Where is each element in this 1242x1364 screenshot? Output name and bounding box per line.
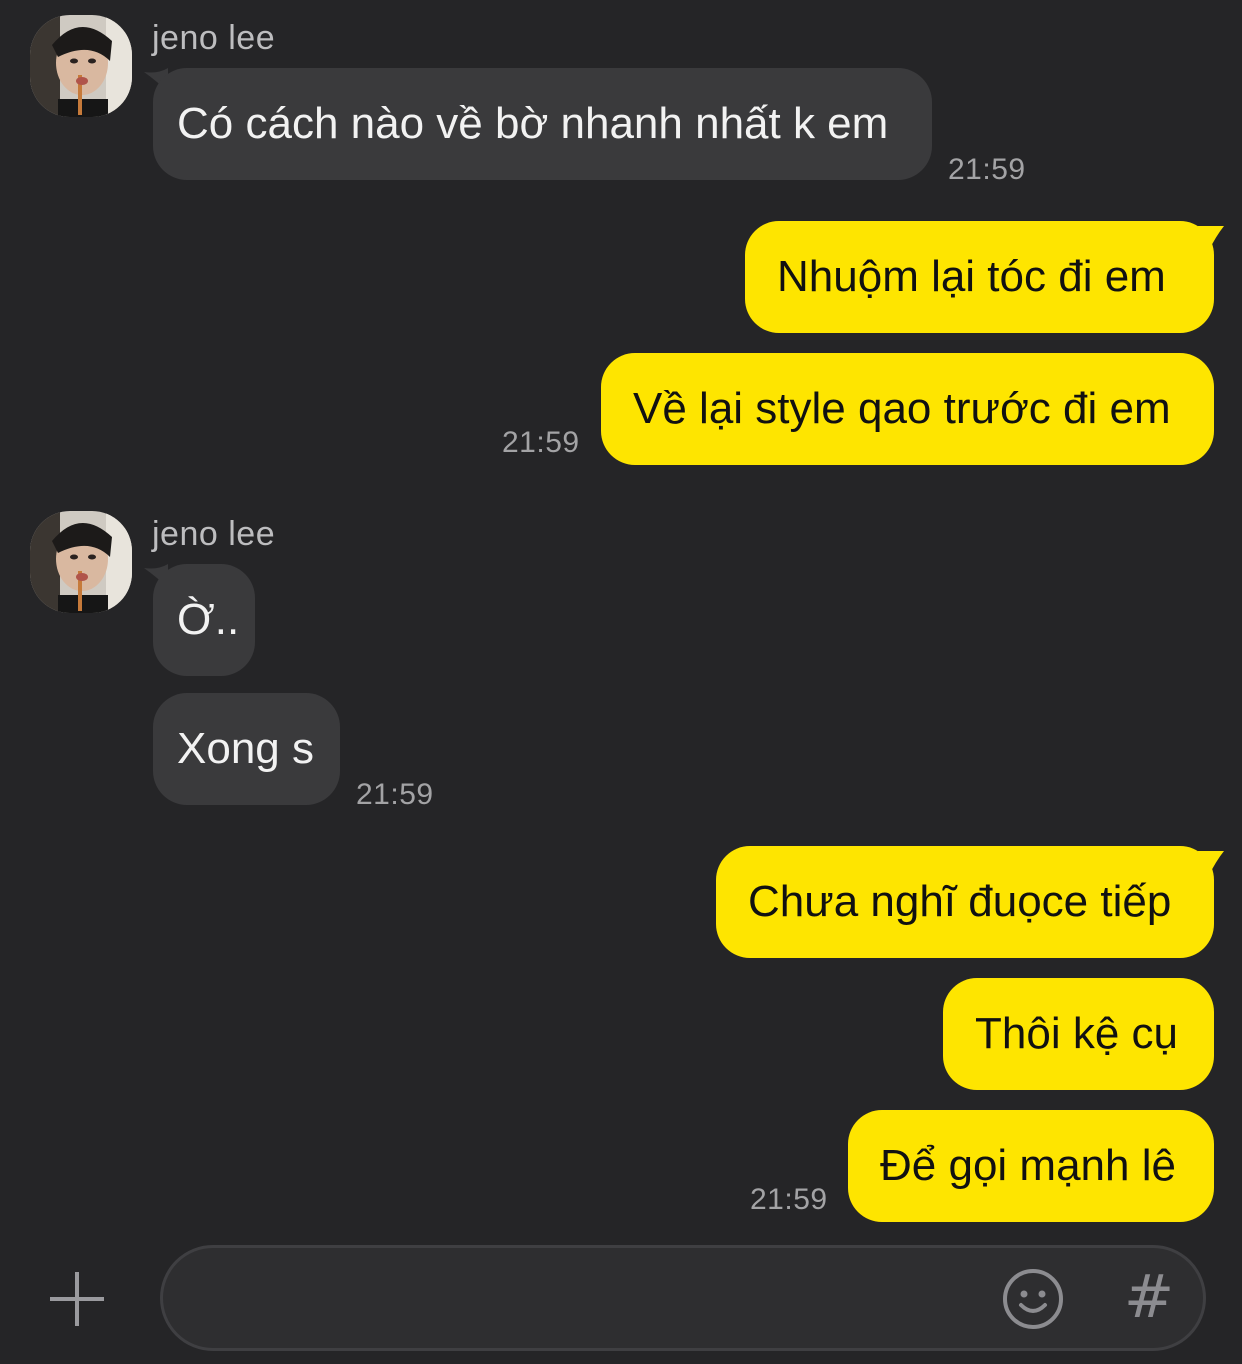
message-timestamp: 21:59 [502,426,580,459]
profile-photo-icon [30,511,132,613]
sender-name: jeno lee [152,19,276,57]
message-bubble[interactable]: Thôi kệ cụ [943,978,1214,1090]
message-bubble[interactable]: Chưa nghĩ đuọce tiếp [716,846,1214,958]
message-bubble[interactable]: Nhuộm lại tóc đi em [745,221,1214,333]
message-bubble[interactable]: Về lại style qao trước đi em [601,353,1214,465]
profile-photo-icon [30,15,132,117]
message-bubble[interactable]: Ờ.. [153,564,255,676]
message-input[interactable] [193,1268,977,1330]
message-bubble[interactable]: Có cách nào về bờ nhanh nhất k em [153,68,932,180]
emoji-icon [1003,1269,1063,1329]
plus-icon [50,1272,104,1326]
attach-plus-button[interactable] [46,1268,108,1330]
message-bubble[interactable]: Xong s [153,693,340,805]
message-timestamp: 21:59 [948,153,1026,186]
message-composer: # [160,1245,1206,1351]
message-timestamp: 21:59 [750,1183,828,1216]
message-bubble[interactable]: Để gọi mạnh lê [848,1110,1214,1222]
avatar[interactable] [30,511,132,613]
sender-name: jeno lee [152,515,276,553]
emoji-button[interactable] [1001,1267,1065,1331]
message-timestamp: 21:59 [356,778,434,811]
avatar[interactable] [30,15,132,117]
hash-button[interactable]: # [1123,1264,1175,1330]
chat-screen: jeno lee Có cách nào về bờ nhanh nhất k … [0,0,1242,1364]
